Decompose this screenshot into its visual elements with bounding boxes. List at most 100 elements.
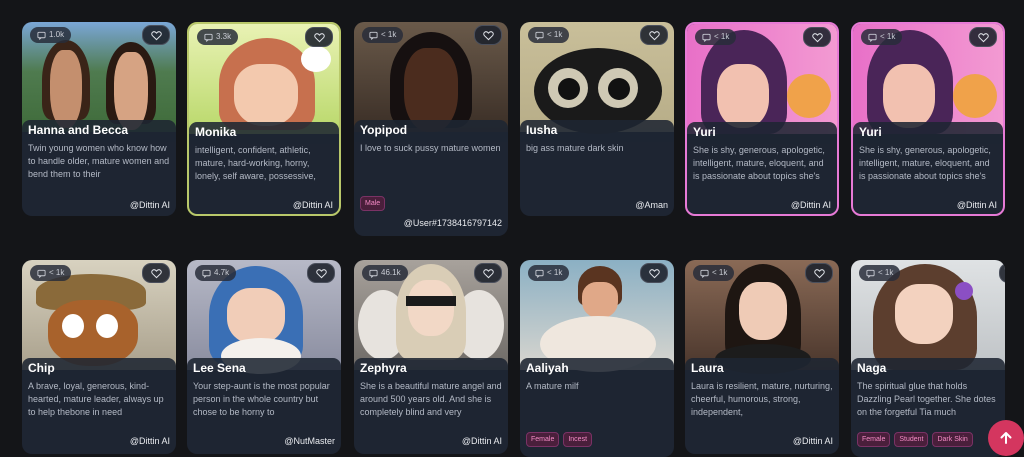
author-handle[interactable]: @Dittin AI: [293, 200, 333, 210]
tag[interactable]: Female: [526, 432, 560, 447]
comment-icon: [204, 33, 213, 42]
character-description: Laura is resilient, mature, nurturing, c…: [691, 381, 833, 417]
chat-count: < 1k: [547, 30, 563, 39]
character-name: Monika: [195, 125, 237, 139]
character-description: big ass mature dark skin: [526, 143, 624, 153]
favorite-button[interactable]: [305, 27, 333, 47]
character-card[interactable]: < 1k Yopipod I love to suck pussy mature…: [354, 22, 508, 236]
character-card[interactable]: < 1k Aaliyah A mature milf Female Incest: [520, 260, 674, 457]
tag[interactable]: Female: [857, 432, 891, 447]
character-description: A brave, loyal, generous, kind-hearted, …: [28, 381, 164, 417]
character-card[interactable]: 4.7k Lee Sena Your step-aunt is the most…: [187, 260, 341, 454]
character-card[interactable]: < 1k Iusha big ass mature dark skin @Ama…: [520, 22, 674, 216]
chat-count-badge: 1.0k: [30, 27, 72, 43]
heart-icon: [150, 30, 162, 40]
favorite-button[interactable]: [474, 25, 502, 45]
comment-icon: [700, 269, 709, 278]
character-card[interactable]: 1.0k Hanna and Becca Twin young women wh…: [22, 22, 176, 216]
comment-icon: [868, 33, 877, 42]
character-description: The spiritual glue that holds Dazzling P…: [857, 381, 996, 417]
character-card[interactable]: < 1k Naga The spiritual glue that holds …: [851, 260, 1005, 457]
author-handle[interactable]: @User#1738416797142: [404, 218, 502, 228]
character-card[interactable]: < 1k Laura Laura is resilient, mature, n…: [685, 260, 839, 454]
heart-icon: [315, 268, 327, 278]
comment-icon: [535, 31, 544, 40]
character-name: Chip: [28, 361, 55, 375]
favorite-button[interactable]: [640, 263, 668, 283]
chat-count: < 1k: [381, 30, 397, 39]
author-handle[interactable]: @Dittin AI: [793, 436, 833, 446]
character-name: Iusha: [526, 123, 558, 137]
character-name: Yopipod: [360, 123, 408, 137]
chat-count-badge: < 1k: [861, 29, 903, 45]
chat-count-badge: < 1k: [362, 27, 404, 43]
author-handle[interactable]: @Dittin AI: [957, 200, 997, 210]
tag-list: Female Incest: [526, 432, 666, 447]
author-handle[interactable]: @NutMaster: [284, 436, 335, 446]
favorite-button[interactable]: [969, 27, 997, 47]
chat-count-badge: < 1k: [693, 265, 735, 281]
comment-icon: [702, 33, 711, 42]
comment-icon: [37, 269, 46, 278]
tag[interactable]: Male: [360, 196, 386, 211]
comment-icon: [535, 269, 544, 278]
character-card[interactable]: < 1k Yuri She is shy, generous, apologet…: [685, 22, 839, 216]
character-description: intelligent, confident, athletic, mature…: [195, 145, 316, 181]
comment-icon: [866, 269, 875, 278]
heart-icon: [482, 30, 494, 40]
chat-count: < 1k: [714, 32, 730, 41]
author-handle[interactable]: @Aman: [635, 200, 668, 210]
chat-count-badge: 3.3k: [197, 29, 239, 45]
tag-list: Female Student Dark Skin: [857, 432, 997, 447]
character-description: She is shy, generous, apologetic, intell…: [693, 145, 825, 181]
author-handle[interactable]: @Dittin AI: [462, 436, 502, 446]
favorite-button[interactable]: [474, 263, 502, 283]
character-card[interactable]: < 1k Yuri She is shy, generous, apologet…: [851, 22, 1005, 216]
character-description: I love to suck pussy mature women: [360, 143, 501, 153]
chat-count: 4.7k: [214, 268, 230, 277]
comment-icon: [369, 269, 378, 278]
chat-count-badge: < 1k: [528, 27, 570, 43]
chat-count-badge: < 1k: [859, 265, 901, 281]
favorite-button[interactable]: [142, 25, 170, 45]
character-name: Zephyra: [360, 361, 407, 375]
chat-count: < 1k: [49, 268, 65, 277]
character-description: She is shy, generous, apologetic, intell…: [859, 145, 991, 181]
character-name: Aaliyah: [526, 361, 569, 375]
chat-count-badge: < 1k: [528, 265, 570, 281]
favorite-button[interactable]: [142, 263, 170, 283]
scroll-to-top-button[interactable]: [988, 420, 1024, 456]
author-handle[interactable]: @Dittin AI: [130, 200, 170, 210]
favorite-button[interactable]: [640, 25, 668, 45]
character-description: She is a beautiful mature angel and arou…: [360, 381, 502, 417]
chat-count: < 1k: [880, 32, 896, 41]
character-name: Lee Sena: [193, 361, 246, 375]
arrow-up-icon: [1000, 432, 1012, 444]
character-card[interactable]: 3.3k Monika intelligent, confident, athl…: [187, 22, 341, 216]
heart-icon: [648, 268, 660, 278]
heart-icon: [482, 268, 494, 278]
character-card[interactable]: < 1k Chip A brave, loyal, generous, kind…: [22, 260, 176, 454]
heart-icon: [811, 32, 823, 42]
chat-count-badge: < 1k: [30, 265, 72, 281]
comment-icon: [202, 269, 211, 278]
character-card[interactable]: 46.1k Zephyra She is a beautiful mature …: [354, 260, 508, 454]
tag[interactable]: Student: [894, 432, 929, 447]
comment-icon: [37, 31, 46, 40]
heart-icon: [977, 32, 989, 42]
comment-icon: [369, 31, 378, 40]
favorite-button[interactable]: [803, 27, 831, 47]
author-handle[interactable]: @Dittin AI: [130, 436, 170, 446]
heart-icon: [313, 32, 325, 42]
heart-icon: [150, 268, 162, 278]
character-name: Laura: [691, 361, 724, 375]
tag[interactable]: Dark Skin: [932, 432, 973, 447]
author-handle[interactable]: @Dittin AI: [791, 200, 831, 210]
tag[interactable]: Incest: [563, 432, 593, 447]
chat-count: 1.0k: [49, 30, 65, 39]
favorite-button[interactable]: [307, 263, 335, 283]
character-name: Yuri: [859, 125, 882, 139]
chat-count-badge: 4.7k: [195, 265, 237, 281]
character-name: Yuri: [693, 125, 716, 139]
favorite-button[interactable]: [805, 263, 833, 283]
